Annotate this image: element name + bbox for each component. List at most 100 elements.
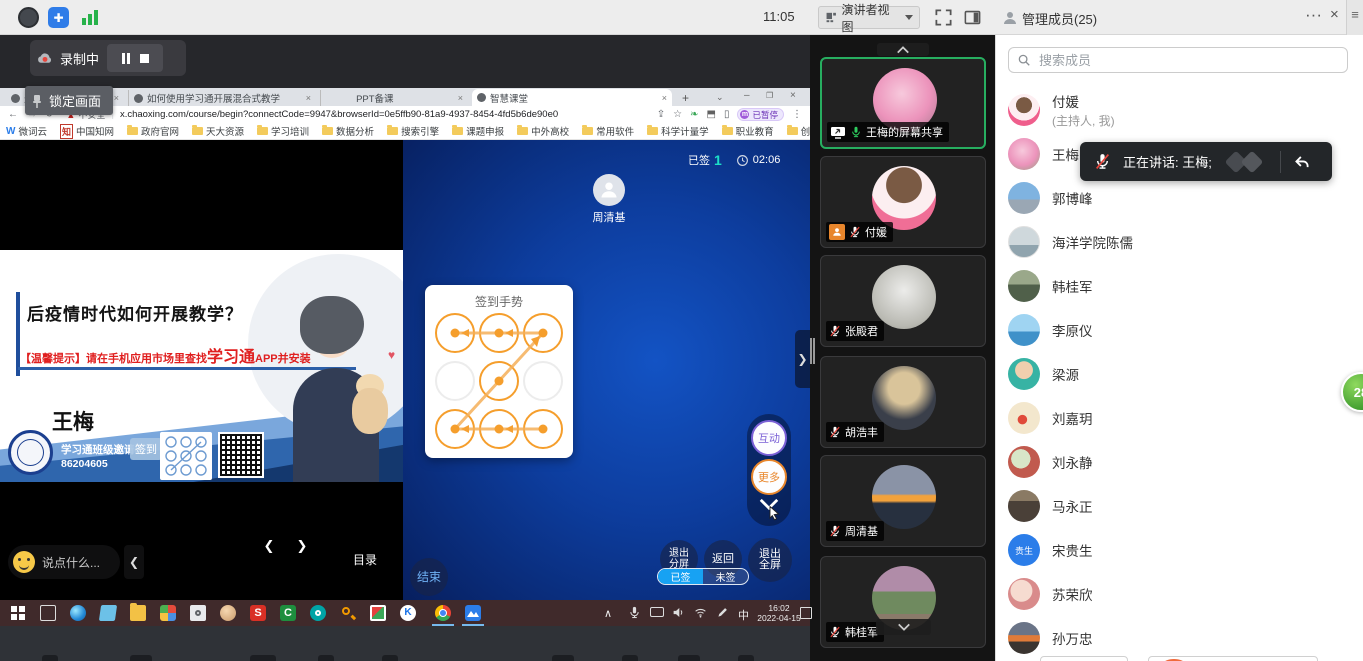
info-icon[interactable]	[18, 7, 39, 28]
bookmark-folder[interactable]: 数据分析	[322, 124, 374, 138]
end-button[interactable]: 结束	[410, 558, 448, 596]
search-tool-icon[interactable]	[340, 605, 356, 621]
video-tile-share[interactable]: 王梅的屏幕共享	[820, 57, 986, 149]
tray-pen-icon[interactable]	[716, 606, 729, 619]
collapse-panel-handle[interactable]: ❯	[795, 330, 810, 388]
new-tab-button[interactable]: +	[682, 91, 689, 105]
extension-puzzle-icon[interactable]: ⬒	[707, 109, 716, 120]
bookmark-folder[interactable]: 学习培训	[257, 124, 309, 138]
toc-button[interactable]: 目录	[339, 546, 391, 572]
more-button[interactable]: 更多	[751, 459, 787, 495]
member-row[interactable]: 孙万忠	[1008, 616, 1352, 660]
notes-app-icon[interactable]	[99, 605, 117, 621]
kebab-menu-icon[interactable]: ⋮	[792, 109, 802, 120]
tab-close-icon[interactable]: ×	[458, 93, 463, 103]
tray-mic-icon[interactable]	[628, 606, 641, 619]
member-row[interactable]: 李原仪	[1008, 308, 1352, 352]
device-icon[interactable]: ▯	[724, 109, 730, 120]
panel-bottom-button[interactable]	[1148, 656, 1318, 661]
bookmark-folder[interactable]: 常用软件	[582, 124, 634, 138]
exit-fullscreen-button[interactable]: 退出全屏	[748, 538, 792, 582]
bookmark-folder[interactable]: 科学计量学	[647, 124, 709, 138]
tray-wifi-icon[interactable]	[694, 606, 707, 619]
tray-speaker-icon[interactable]	[672, 606, 685, 619]
fullscreen-icon[interactable]	[934, 8, 953, 27]
chat-collapse-button[interactable]: ❮	[124, 545, 144, 579]
bookmark-folder[interactable]: 课题申报	[452, 124, 504, 138]
interact-button[interactable]: 互动	[751, 420, 787, 456]
edge-icon[interactable]	[70, 605, 86, 621]
key-app-icon[interactable]	[310, 605, 326, 621]
notification-icon[interactable]	[800, 607, 812, 619]
signed-toggle[interactable]: 已签 未签	[657, 568, 749, 585]
tray-device-icon[interactable]	[650, 607, 664, 617]
member-row[interactable]: 海洋学院陈儒	[1008, 220, 1352, 264]
tab-close-icon[interactable]: ×	[662, 93, 667, 103]
start-button[interactable]	[10, 605, 26, 621]
sidebar-toggle-icon[interactable]	[963, 8, 982, 27]
chaoxing-app-icon[interactable]	[465, 605, 481, 621]
gesture-pattern[interactable]	[435, 311, 563, 451]
member-row[interactable]: 梁源	[1008, 352, 1352, 396]
reply-arrow-icon[interactable]	[1293, 153, 1311, 171]
video-tile[interactable]: 胡浩丰	[820, 356, 986, 448]
url-text[interactable]: x.chaoxing.com/course/begin?connectCode=…	[120, 109, 558, 120]
member-row[interactable]: 韩桂军	[1008, 264, 1352, 308]
close-panel-button[interactable]: ×	[1330, 5, 1339, 25]
minimize-icon[interactable]: –	[744, 90, 750, 101]
pause-button[interactable]	[122, 53, 130, 64]
view-mode-dropdown[interactable]: 演讲者视图	[818, 6, 920, 29]
toggle-signed-off[interactable]: 未签	[703, 569, 748, 584]
column-resize-grip[interactable]	[810, 338, 815, 364]
task-view-icon[interactable]	[40, 605, 56, 621]
member-row[interactable]: 苏荣欣	[1008, 572, 1352, 616]
snip-tool-icon[interactable]	[190, 605, 206, 621]
prev-slide-button[interactable]: ❮	[255, 532, 283, 560]
c-app-icon[interactable]: C	[280, 605, 296, 621]
ime-indicator[interactable]: 中	[738, 607, 749, 623]
browser-tab-2[interactable]: 如何使用学习通开展混合式教学 ×	[128, 90, 316, 106]
chat-input[interactable]: 说点什么...	[8, 545, 120, 579]
member-search-box[interactable]	[1008, 47, 1348, 73]
signal-bars-icon[interactable]	[80, 7, 101, 28]
more-options-button[interactable]: ···	[1305, 5, 1322, 25]
maximize-icon[interactable]: ❐	[766, 91, 773, 100]
profile-badge[interactable]: m已暂停	[737, 108, 784, 121]
browser-tab-active[interactable]: 智慧课堂 ×	[472, 89, 672, 106]
bookmark-folder[interactable]: 中外高校	[517, 124, 569, 138]
tab-close-icon[interactable]: ×	[306, 93, 311, 103]
photos-app-icon[interactable]	[370, 605, 386, 621]
bookmark-folder[interactable]: 搜索引擎	[387, 124, 439, 138]
next-slide-button[interactable]: ❯	[288, 532, 316, 560]
member-row[interactable]: 刘嘉玥	[1008, 396, 1352, 440]
toggle-signed-on[interactable]: 已签	[658, 569, 703, 584]
panel-bottom-button[interactable]	[1040, 656, 1128, 661]
tab-close-icon[interactable]: ×	[114, 93, 119, 103]
chrome-icon[interactable]	[435, 605, 451, 621]
k-player-icon[interactable]: K	[400, 605, 416, 621]
bookmark-folder[interactable]: 创新创业	[787, 124, 810, 138]
camtasia-s-icon[interactable]: S	[250, 605, 266, 621]
search-input[interactable]	[1037, 52, 1339, 69]
bookmark-star-icon[interactable]: ☆	[673, 109, 682, 120]
video-tile[interactable]: 周清基	[820, 455, 986, 547]
bookmark-item[interactable]: 知中国知网	[60, 124, 114, 139]
shield-icon[interactable]: ✚	[48, 7, 69, 28]
member-row[interactable]: 刘永静	[1008, 440, 1352, 484]
share-icon[interactable]: ⇪	[657, 109, 665, 120]
back-icon[interactable]: ←	[8, 109, 18, 120]
stop-button[interactable]	[140, 54, 149, 63]
tray-expand-icon[interactable]: ∧	[604, 607, 612, 620]
member-row[interactable]: 郭博峰	[1008, 176, 1352, 220]
bookmark-folder[interactable]: 职业教育	[722, 124, 774, 138]
member-row[interactable]: 贵生 宋贵生	[1008, 528, 1352, 572]
video-tile[interactable]: 张殿君	[820, 255, 986, 347]
extension-leaf-icon[interactable]: ❧	[690, 109, 698, 120]
member-row[interactable]: 付媛 (主持人, 我)	[1008, 88, 1352, 132]
file-explorer-icon[interactable]	[130, 605, 146, 621]
scroll-up-chevron[interactable]	[877, 43, 929, 56]
hamburger-menu-icon[interactable]: ≡	[1346, 0, 1363, 35]
bookmark-folder[interactable]: 政府官网	[127, 124, 179, 138]
video-tile[interactable]: 付媛	[820, 156, 986, 248]
emoji-icon[interactable]	[13, 551, 35, 573]
